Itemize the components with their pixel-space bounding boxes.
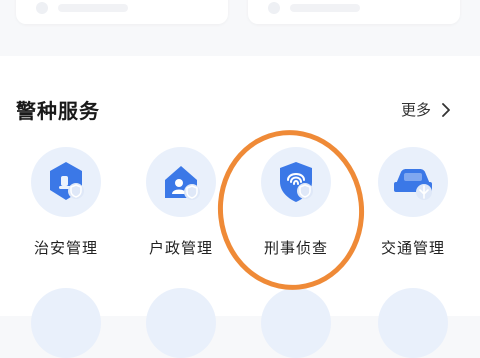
traffic-car-icon	[378, 147, 448, 217]
chevron-right-icon	[442, 102, 450, 117]
card-icon	[36, 2, 48, 14]
service-icon-partial[interactable]	[146, 288, 216, 358]
top-card-right[interactable]	[248, 0, 460, 24]
service-icon-partial[interactable]	[261, 288, 331, 358]
public-security-icon	[31, 147, 101, 217]
service-label: 治安管理	[33, 239, 98, 257]
household-registry-icon	[146, 147, 216, 217]
more-link[interactable]: 更多	[401, 99, 451, 120]
section-title: 警种服务	[16, 99, 100, 123]
card-icon	[268, 2, 280, 14]
service-public-security[interactable]: 治安管理	[16, 147, 116, 267]
service-traffic-management[interactable]: 交通管理	[363, 147, 463, 267]
card-text-placeholder	[290, 4, 360, 12]
card-text-placeholder	[58, 4, 128, 12]
service-label: 户政管理	[148, 239, 213, 257]
service-icon-partial[interactable]	[31, 288, 101, 358]
more-label: 更多	[401, 101, 432, 119]
service-icon-partial[interactable]	[378, 288, 448, 358]
service-label: 交通管理	[380, 239, 445, 257]
top-card-left[interactable]	[16, 0, 228, 24]
service-household-registry[interactable]: 户政管理	[131, 147, 231, 267]
